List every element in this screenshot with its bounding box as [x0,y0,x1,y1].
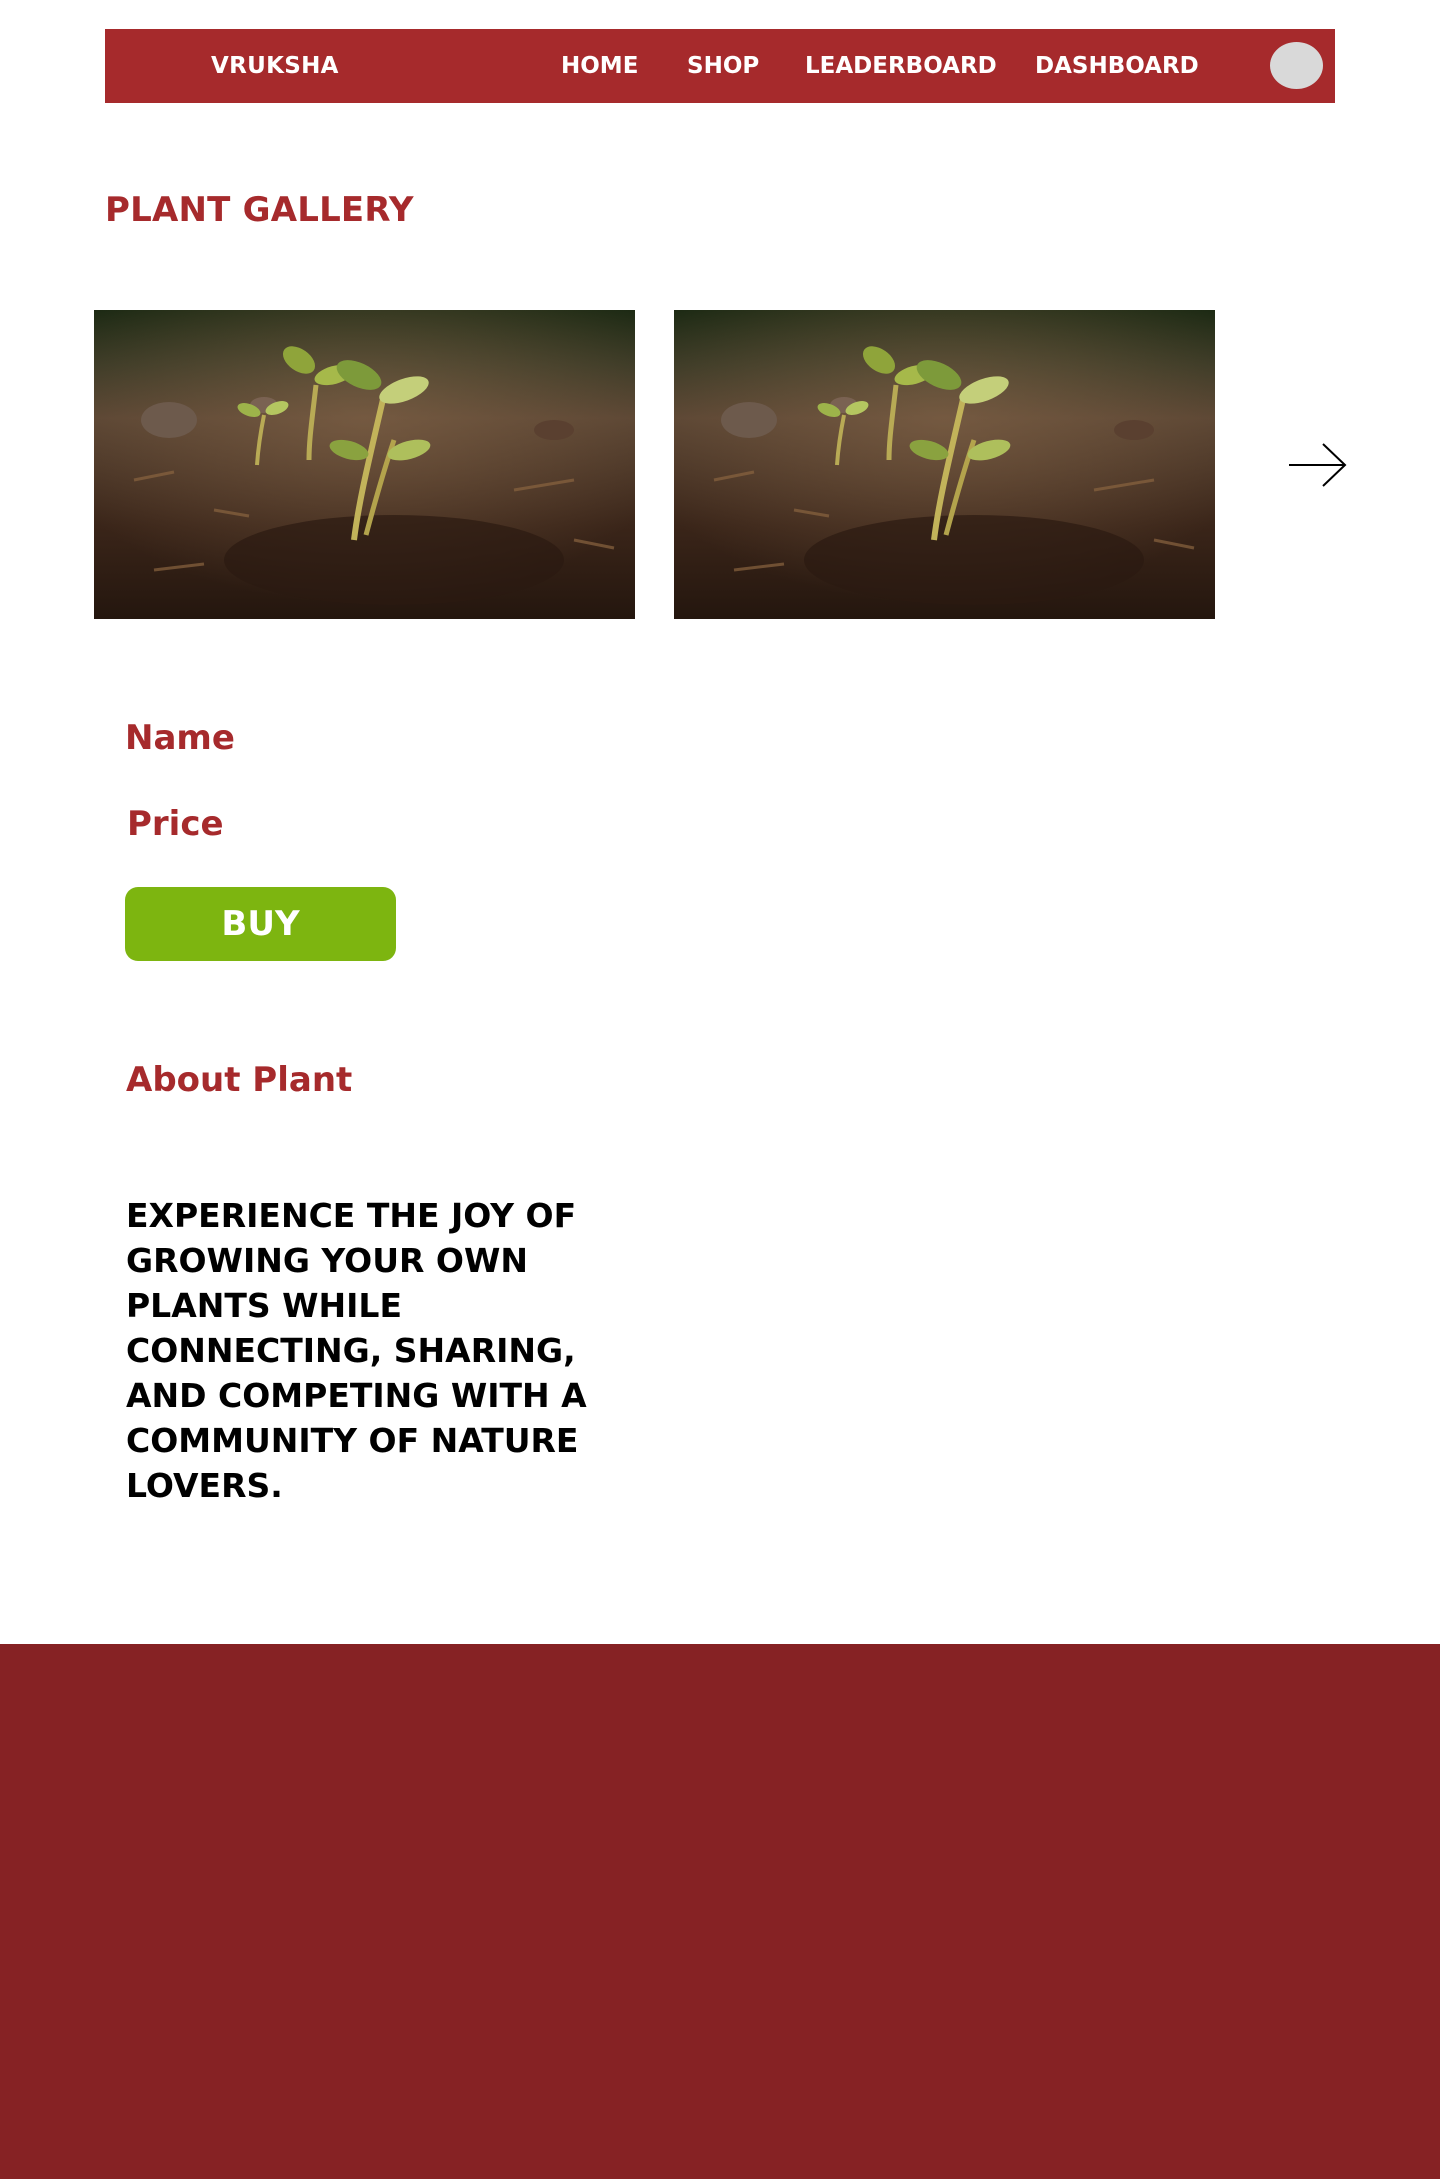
nav-leaderboard[interactable]: LEADERBOARD [805,29,997,103]
gallery-title: PLANT GALLERY [105,190,414,230]
nav-dashboard[interactable]: DASHBOARD [1035,29,1199,103]
arrow-right-icon[interactable] [1285,440,1349,490]
nav-home[interactable]: HOME [561,29,638,103]
user-avatar[interactable] [1270,42,1323,89]
about-heading: About Plant [126,1060,353,1100]
brand-logo[interactable]: VRUKSHA [211,29,339,103]
nav-shop[interactable]: SHOP [687,29,759,103]
page-footer [0,1644,1440,2179]
gallery-image-1[interactable] [94,310,635,619]
gallery-image-2[interactable] [674,310,1215,619]
plant-price-label: Price [127,804,224,844]
buy-button[interactable]: BUY [125,887,396,961]
plant-name-label: Name [125,718,235,758]
top-navbar: VRUKSHA HOME SHOP LEADERBOARD DASHBOARD [105,29,1335,103]
about-description: EXPERIENCE THE JOY OF GROWING YOUR OWN P… [126,1196,587,1505]
